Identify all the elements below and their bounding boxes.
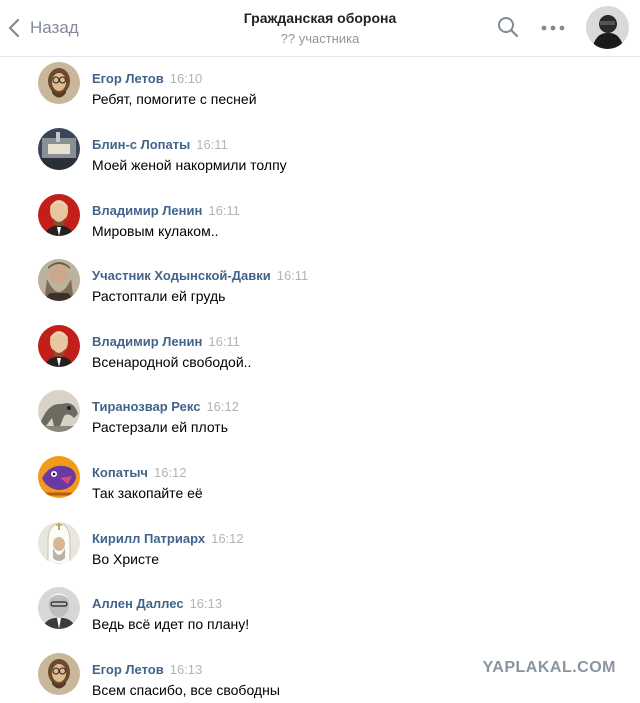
- message-text: Растоптали ей грудь: [92, 288, 226, 304]
- message-item: Владимир Ленин 16:11 Всенародной свободой…: [0, 325, 640, 375]
- message-item: Участник Ходынской-Давки 16:11 Растоптали…: [0, 259, 640, 309]
- message-time: 16:11: [208, 203, 240, 218]
- message-time: 16:11: [276, 268, 309, 283]
- message-time: 16:12: [153, 465, 187, 480]
- message-item: Аллен Даллес 16:13 Ведь всё идет по плану…: [0, 587, 640, 637]
- avatar[interactable]: [38, 653, 80, 695]
- author-name[interactable]: Тиранозвар Рекс: [92, 399, 200, 414]
- author-name[interactable]: Кирилл Патриарх: [92, 531, 205, 546]
- message-text: Во Христе: [92, 551, 159, 567]
- message-text: Ведь всё идет по плану!: [92, 616, 250, 632]
- chat-avatar[interactable]: [586, 6, 629, 49]
- chat-header: Назад Гражданская оборона ?? участника: [0, 0, 640, 57]
- avatar[interactable]: [38, 522, 80, 564]
- message-text: Всем спасибо, все свободны: [92, 682, 280, 698]
- avatar[interactable]: [38, 456, 80, 498]
- message-time: 16:11: [196, 137, 228, 152]
- message-item: Тиранозвар Рекс 16:12 Растерзали ей плоть: [0, 390, 640, 440]
- author-name[interactable]: Егор Летов: [92, 71, 164, 86]
- message-item: Кирилл Патриарх 16:12 Во Христе: [0, 522, 640, 572]
- author-name[interactable]: Егор Летов: [92, 662, 164, 677]
- author-name[interactable]: Владимир Ленин: [92, 203, 202, 218]
- search-icon[interactable]: [497, 16, 519, 38]
- message-text: Ребят, помогите с песней: [92, 91, 257, 107]
- message-text: Моей женой накормили толпу: [92, 157, 287, 173]
- avatar[interactable]: [38, 259, 80, 301]
- message-time: 16:13: [169, 662, 203, 677]
- avatar[interactable]: [38, 325, 80, 367]
- avatar[interactable]: [38, 587, 80, 629]
- avatar[interactable]: [38, 390, 80, 432]
- watermark: YAPLAKAL.COM: [482, 659, 616, 676]
- message-time: 16:12: [211, 531, 244, 546]
- message-time: 16:12: [206, 399, 239, 414]
- avatar[interactable]: [38, 194, 80, 236]
- author-name[interactable]: Копатыч: [92, 465, 148, 480]
- author-name[interactable]: Аллен Даллес: [92, 596, 184, 611]
- message-item: Егор Летов 16:10 Ребят, помогите с песней: [0, 62, 640, 112]
- author-name[interactable]: Блин-с Лопаты: [92, 137, 190, 152]
- message-item: Копатыч 16:12 Так закопайте её: [0, 456, 640, 506]
- message-text: Мировым кулаком..: [92, 223, 219, 239]
- message-time: 16:11: [208, 334, 240, 349]
- message-item: Блин-с Лопаты 16:11 Моей женой накормили …: [0, 128, 640, 178]
- message-text: Так закопайте её: [92, 485, 203, 501]
- avatar[interactable]: [38, 62, 80, 104]
- message-item: Владимир Ленин 16:11 Мировым кулаком..: [0, 194, 640, 244]
- avatar[interactable]: [38, 128, 80, 170]
- author-name[interactable]: Участник Ходынской-Давки: [92, 268, 271, 283]
- members-count[interactable]: ?? участника: [0, 31, 640, 46]
- author-name[interactable]: Владимир Ленин: [92, 334, 202, 349]
- more-icon[interactable]: [541, 24, 565, 32]
- message-text: Растерзали ей плоть: [92, 419, 229, 435]
- message-text: Всенародной свободой..: [92, 354, 252, 370]
- message-time: 16:10: [169, 71, 203, 86]
- message-time: 16:13: [189, 596, 223, 611]
